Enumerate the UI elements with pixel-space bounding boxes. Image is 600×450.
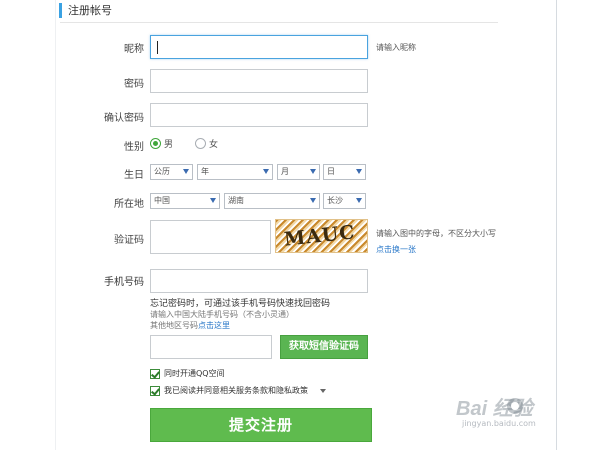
country-select[interactable]: 中国	[150, 193, 220, 209]
paw-logo-icon	[507, 398, 523, 414]
birth-year-select[interactable]: 年	[197, 164, 273, 180]
radio-unselected-icon[interactable]	[195, 138, 206, 149]
checkbox-checked-icon[interactable]	[150, 368, 160, 379]
right-border	[556, 0, 557, 450]
text-caret	[157, 41, 158, 54]
gender-male-label: 男	[164, 140, 174, 150]
other-region-prefix: 其他地区号码	[150, 321, 198, 330]
nickname-label: 昵称	[124, 44, 144, 55]
gender-label: 性别	[124, 142, 144, 153]
nickname-hint: 请输入昵称	[376, 43, 416, 52]
birth-day-value: 日	[327, 167, 335, 176]
title-divider	[60, 22, 498, 23]
phone-label: 手机号码	[104, 277, 144, 288]
qzone-label: 同时开通QQ空间	[164, 369, 225, 378]
baidu-jingyan-watermark: Bai 经验 jingyan.baidu.com	[456, 392, 566, 432]
agree-terms-option[interactable]: 我已阅读并同意相关服务条款和隐私政策	[150, 385, 326, 396]
chevron-down-icon	[263, 169, 269, 174]
birth-month-value: 月	[281, 167, 289, 176]
captcha-image-text: MAUC	[283, 221, 357, 251]
location-label: 所在地	[114, 199, 144, 210]
phone-note: 忘记密码时，可通过该手机号码快速找回密码	[150, 299, 331, 309]
city-select[interactable]: 长沙	[323, 193, 366, 209]
city-value: 长沙	[327, 196, 343, 205]
chevron-down-icon	[310, 169, 316, 174]
confirm-password-label: 确认密码	[104, 113, 144, 124]
calendar-type-select[interactable]: 公历	[150, 164, 193, 180]
checkbox-checked-icon[interactable]	[150, 385, 160, 396]
birth-day-select[interactable]: 日	[323, 164, 366, 180]
birth-year-value: 年	[201, 167, 209, 176]
nickname-input[interactable]	[150, 35, 368, 59]
submit-register-button[interactable]: 提交注册	[150, 408, 372, 442]
left-border	[55, 0, 56, 450]
watermark-url: jingyan.baidu.com	[462, 419, 536, 428]
sms-code-input[interactable]	[150, 335, 272, 359]
agree-terms-label: 我已阅读并同意相关服务条款和隐私政策	[164, 386, 308, 395]
captcha-label: 验证码	[114, 235, 144, 246]
password-input[interactable]	[150, 69, 368, 93]
expand-terms-icon[interactable]	[320, 388, 326, 393]
captcha-input[interactable]	[150, 220, 271, 254]
phone-sub-note: 请输入中国大陆手机号码（不含小灵通）	[150, 310, 294, 319]
gender-female-option[interactable]: 女	[195, 137, 218, 150]
birth-month-select[interactable]: 月	[277, 164, 320, 180]
section-title: 注册帐号	[59, 3, 112, 18]
captcha-refresh-link[interactable]: 点击换一张	[376, 244, 416, 255]
qzone-option[interactable]: 同时开通QQ空间	[150, 368, 225, 379]
calendar-type-value: 公历	[154, 167, 170, 176]
chevron-down-icon	[210, 198, 216, 203]
chevron-down-icon	[356, 198, 362, 203]
province-value: 湖南	[228, 196, 244, 205]
country-value: 中国	[154, 196, 170, 205]
captcha-hint: 请输入图中的字母，不区分大小写	[376, 229, 496, 238]
chevron-down-icon	[356, 169, 362, 174]
other-region-text: 其他地区号码点击这里	[150, 320, 230, 331]
gender-female-label: 女	[209, 140, 219, 150]
confirm-password-input[interactable]	[150, 103, 368, 127]
get-sms-code-button[interactable]: 获取短信验证码	[280, 335, 368, 359]
phone-input[interactable]	[150, 269, 368, 293]
gender-male-option[interactable]: 男	[150, 137, 173, 150]
province-select[interactable]: 湖南	[224, 193, 320, 209]
chevron-down-icon	[183, 169, 189, 174]
chevron-down-icon	[310, 198, 316, 203]
password-label: 密码	[124, 79, 144, 90]
captcha-image[interactable]: MAUC	[275, 219, 368, 253]
other-region-link[interactable]: 点击这里	[198, 321, 230, 330]
birthday-label: 生日	[124, 170, 144, 181]
radio-selected-icon[interactable]	[150, 138, 161, 149]
